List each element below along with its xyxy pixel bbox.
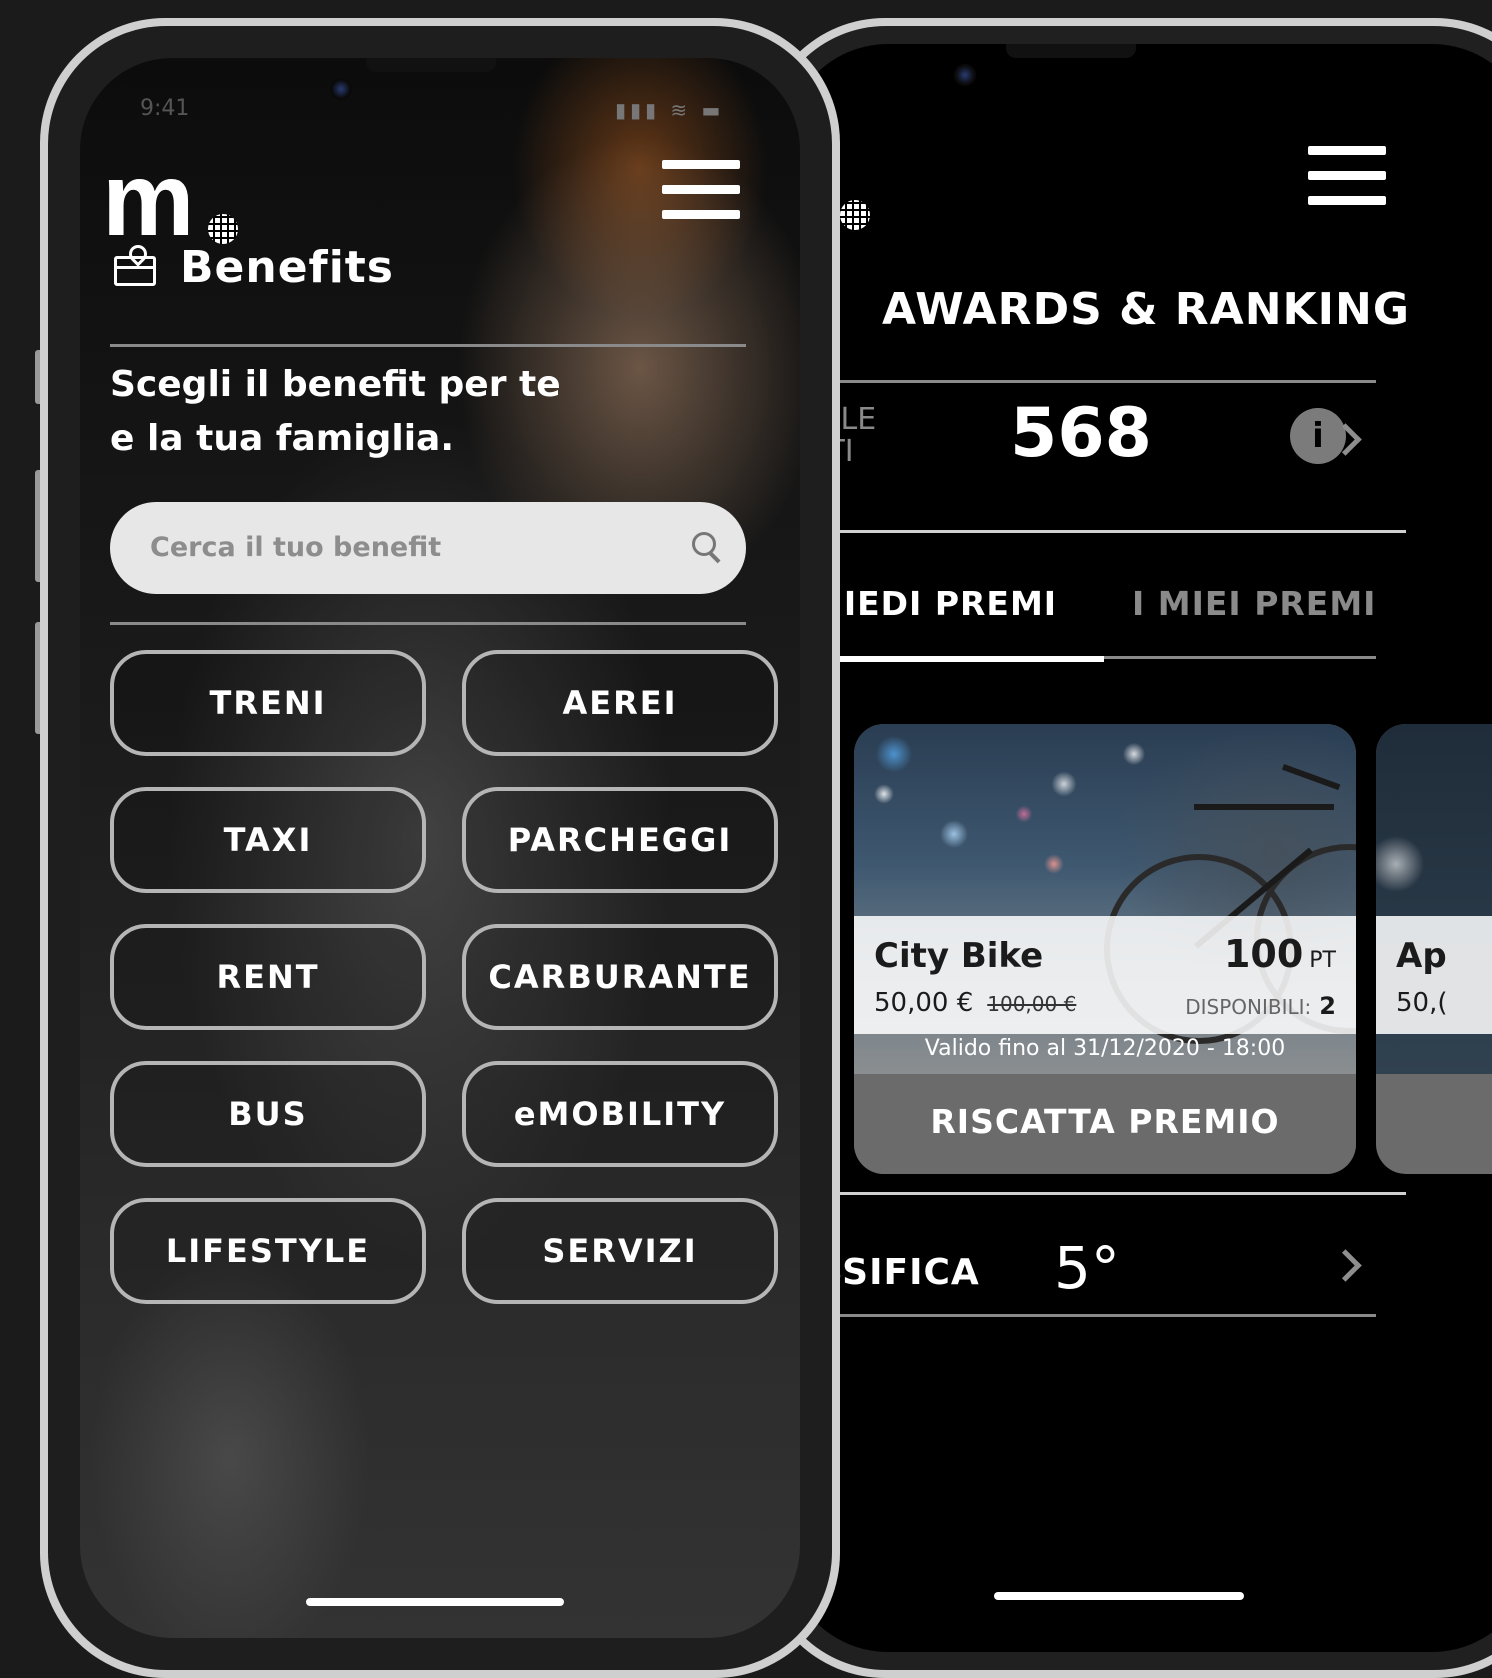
category-button-servizi[interactable]: SERVIZI	[462, 1198, 778, 1304]
status-time: 9:41	[140, 96, 190, 121]
logo-letter: m	[102, 142, 195, 258]
front-camera	[954, 64, 976, 86]
availability-label: DISPONIBILI:	[1185, 995, 1312, 1019]
reward-validity: Valido fino al 31/12/2020 - 18:00	[924, 1036, 1286, 1061]
total-points-value: 568	[1010, 394, 1152, 473]
chevron-right-icon[interactable]	[1329, 1249, 1362, 1282]
category-button-rent[interactable]: RENT	[110, 924, 426, 1030]
globe-icon	[840, 200, 870, 230]
gift-icon	[114, 256, 156, 286]
category-button-carburante[interactable]: CARBURANTE	[462, 924, 778, 1030]
reward-points: 100 PT	[1224, 932, 1336, 976]
reward-info: City Bike 100 PT 50,00 € 100,00 € DISPONIB…	[854, 916, 1356, 1034]
ranking-bottom-divider	[786, 1314, 1376, 1317]
status-icons: ▮▮▮ ≋ ▬	[615, 98, 725, 122]
reward-points-unit: PT	[1309, 948, 1336, 973]
reward-card-partial[interactable]: Ap 50,(	[1376, 724, 1492, 1174]
hamburger-menu-icon[interactable]	[1308, 146, 1386, 206]
category-button-lifestyle[interactable]: LIFESTYLE	[110, 1198, 426, 1304]
reward-name: Ap	[1396, 936, 1447, 976]
ranking-top-divider	[786, 1192, 1406, 1195]
category-button-parcheggi[interactable]: PARCHEGGI	[462, 787, 778, 893]
reward-points-value: 100	[1223, 932, 1304, 976]
search-placeholder: Cerca il tuo benefit	[150, 532, 442, 563]
phone-bezel: 9:41 ▮▮▮ ≋ ▬ m Benefits Scegli il benefi…	[48, 26, 832, 1670]
page-subtitle: Scegli il benefit per te e la tua famigl…	[110, 358, 710, 466]
availability-count: 2	[1319, 992, 1336, 1020]
category-button-treni[interactable]: TRENI	[110, 650, 426, 756]
reward-old-price: 100,00 €	[987, 992, 1077, 1016]
category-button-aerei[interactable]: AEREI	[462, 650, 778, 756]
app-logo: m	[102, 148, 195, 252]
hamburger-menu-icon[interactable]	[662, 160, 740, 220]
bike-frame	[1281, 764, 1341, 791]
reward-card[interactable]: City Bike 100 PT 50,00 € 100,00 € DISPONIB…	[854, 724, 1356, 1174]
tab-miei-premi[interactable]: I MIEI PREMI	[1132, 584, 1376, 623]
notch	[366, 58, 496, 72]
reward-info: Ap 50,(	[1376, 916, 1492, 1034]
search-icon[interactable]	[692, 532, 716, 556]
category-button-bus[interactable]: BUS	[110, 1061, 426, 1167]
page-title: AWARDS & RANKING	[882, 284, 1410, 335]
reward-price: 50,(	[1396, 988, 1448, 1018]
reward-price: 50,00 € 100,00 €	[874, 988, 1076, 1018]
title-divider	[786, 380, 1376, 383]
home-indicator[interactable]	[306, 1598, 564, 1606]
home-indicator[interactable]	[994, 1592, 1244, 1600]
category-button-taxi[interactable]: TAXI	[110, 787, 426, 893]
reward-price-value: 50,00 €	[874, 988, 974, 1018]
search-input[interactable]: Cerca il tuo benefit	[110, 502, 746, 594]
reward-name: City Bike	[874, 936, 1044, 976]
phone-bezel: m AWARDS & RANKING TALE NTI 568 i CHIEDI…	[768, 26, 1492, 1670]
phone-awards: m AWARDS & RANKING TALE NTI 568 i CHIEDI…	[760, 18, 1492, 1678]
bike-frame	[1194, 804, 1334, 810]
points-divider	[786, 530, 1406, 533]
benefits-screen: 9:41 ▮▮▮ ≋ ▬ m Benefits Scegli il benefi…	[80, 58, 800, 1638]
reward-availability: DISPONIBILI: 2	[1185, 992, 1336, 1020]
notch	[1006, 44, 1136, 58]
phone-benefits: 9:41 ▮▮▮ ≋ ▬ m Benefits Scegli il benefi…	[40, 18, 840, 1678]
front-camera	[330, 78, 352, 100]
category-button-emobility[interactable]: eMOBILITY	[462, 1061, 778, 1167]
awards-screen: m AWARDS & RANKING TALE NTI 568 i CHIEDI…	[786, 44, 1492, 1652]
subtitle-line1: Scegli il benefit per te	[110, 364, 561, 405]
title-divider	[110, 344, 746, 347]
globe-icon	[208, 214, 238, 244]
search-divider	[110, 622, 746, 625]
ranking-value: 5°	[1054, 1234, 1120, 1302]
page-title: Benefits	[180, 242, 394, 293]
subtitle-line2: e la tua famiglia.	[110, 418, 455, 459]
redeem-button[interactable]: RISCATTA PREMIO	[854, 1074, 1356, 1174]
